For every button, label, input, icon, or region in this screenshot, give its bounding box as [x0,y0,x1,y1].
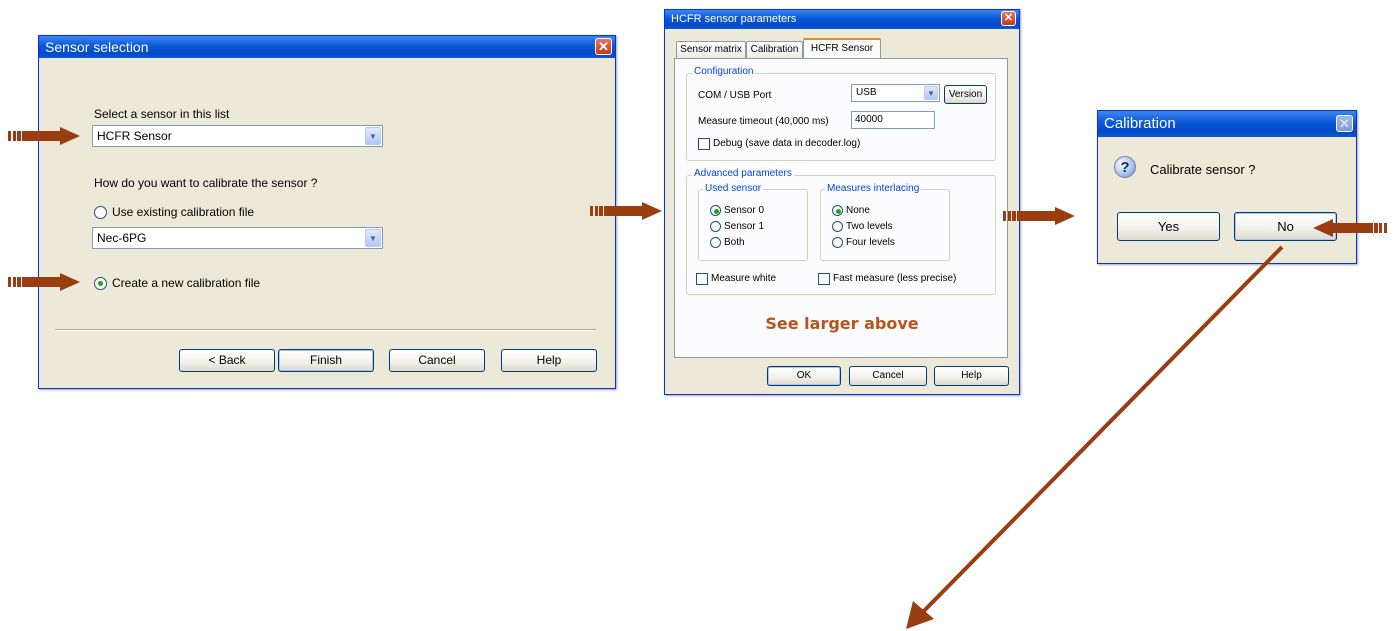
arrow-to-no-button [1313,219,1387,237]
annotation-arrows [8,127,1387,629]
arrow-to-hcfr-dialog [590,202,662,220]
diagonal-arrow [906,245,1284,629]
arrow-to-sensor-list [8,127,80,145]
arrow-to-create-new [8,273,80,291]
arrow-to-calibration-dialog [1003,207,1075,225]
